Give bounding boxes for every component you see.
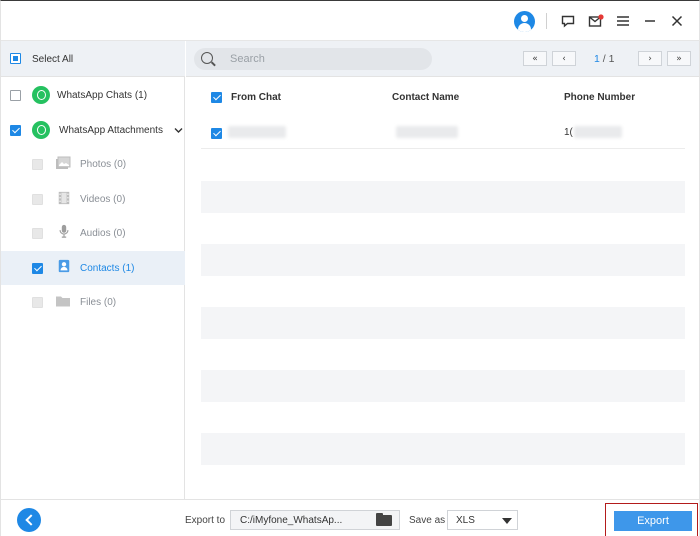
header-select-checkbox[interactable]: [211, 92, 222, 103]
empty-row: [201, 244, 685, 276]
files-icon: [56, 296, 70, 307]
sidebar-item-label: Audios (0): [80, 228, 126, 239]
search-box[interactable]: [194, 48, 432, 70]
prev-page-button[interactable]: ‹: [552, 51, 576, 66]
sidebar-item-label: WhatsApp Chats (1): [57, 90, 148, 101]
select-all-label: Select All: [32, 54, 74, 65]
chevron-down-icon[interactable]: [174, 127, 183, 134]
empty-row: [201, 402, 685, 434]
row-checkbox[interactable]: [211, 128, 222, 139]
save-as-label: Save as: [409, 515, 446, 526]
whatsapp-icon: [32, 86, 50, 104]
mail-icon[interactable]: [586, 11, 606, 31]
export-highlight-box: Export: [605, 503, 698, 536]
sidebar-item-whatsapp-chats[interactable]: WhatsApp Chats (1): [1, 78, 185, 112]
sidebar-item-whatsapp-attachments[interactable]: WhatsApp Attachments: [1, 113, 185, 147]
menu-icon[interactable]: [613, 11, 633, 31]
titlebar-divider: [546, 13, 547, 29]
sidebar-item-label: Photos (0): [80, 159, 127, 170]
sidebar-item-label: Contacts (1): [80, 263, 135, 274]
minimize-icon[interactable]: [640, 11, 660, 31]
first-page-button[interactable]: «: [523, 51, 547, 66]
sidebar-item-audios[interactable]: Audios (0): [1, 216, 185, 250]
blurred-phone-number: [574, 126, 622, 138]
whatsapp-chats-checkbox[interactable]: [10, 90, 21, 101]
sidebar-item-label: Files (0): [80, 297, 117, 308]
whatsapp-icon: [32, 121, 50, 139]
blurred-contact-name: [396, 126, 458, 138]
sidebar-item-contacts[interactable]: Contacts (1): [1, 251, 185, 285]
dropdown-caret-icon: [502, 518, 512, 524]
search-input[interactable]: [230, 51, 420, 67]
app-window: Select All WhatsApp Chats (1) WhatsApp A…: [0, 0, 700, 536]
empty-row: [201, 370, 685, 402]
contacts-icon: [58, 259, 70, 273]
feedback-icon[interactable]: [558, 11, 578, 31]
table-header: From Chat Contact Name Phone Number: [201, 77, 685, 117]
videos-icon: [58, 191, 70, 205]
folder-icon[interactable]: [376, 513, 392, 526]
total-pages: 1: [608, 53, 615, 65]
contacts-checkbox[interactable]: [32, 263, 43, 274]
phone-number-prefix: 1(: [564, 127, 573, 138]
empty-row: [201, 339, 685, 371]
sidebar-item-label: Videos (0): [80, 194, 126, 205]
sidebar: Select All WhatsApp Chats (1) WhatsApp A…: [1, 41, 185, 499]
sidebar-item-files[interactable]: Files (0): [1, 285, 185, 319]
export-path-value: C:/iMyfone_WhatsAp...: [240, 515, 343, 526]
audios-checkbox[interactable]: [32, 228, 43, 239]
photos-checkbox[interactable]: [32, 159, 43, 170]
account-icon[interactable]: [514, 11, 535, 32]
close-icon[interactable]: [667, 11, 687, 31]
last-page-button[interactable]: »: [667, 51, 691, 66]
column-header: From Chat: [231, 92, 281, 103]
select-all-checkbox[interactable]: [10, 53, 21, 64]
empty-row: [201, 213, 685, 245]
empty-row: [201, 181, 685, 213]
export-to-label: Export to: [185, 515, 226, 526]
sidebar-item-videos[interactable]: Videos (0): [1, 182, 185, 216]
empty-row: [201, 276, 685, 308]
export-button[interactable]: Export: [614, 511, 692, 531]
videos-checkbox[interactable]: [32, 194, 43, 205]
photos-icon: [56, 156, 71, 169]
files-checkbox[interactable]: [32, 297, 43, 308]
table-row[interactable]: 1(: [201, 117, 685, 149]
sidebar-item-photos[interactable]: Photos (0): [1, 147, 185, 181]
column-header: Contact Name: [392, 92, 460, 103]
column-header: Phone Number: [564, 92, 636, 103]
audios-icon: [59, 224, 69, 238]
whatsapp-attachments-checkbox[interactable]: [10, 125, 21, 136]
format-select[interactable]: XLS: [447, 510, 518, 530]
empty-row: [201, 433, 685, 465]
main-panel: « ‹ 1 / 1 › » From Chat Contact Name Pho…: [186, 41, 699, 499]
blurred-from-chat: [228, 126, 286, 138]
empty-row: [201, 307, 685, 339]
search-icon: [201, 52, 213, 64]
back-button[interactable]: [17, 508, 41, 532]
page-separator: /: [599, 53, 609, 65]
title-bar: [1, 1, 700, 41]
toolbar: « ‹ 1 / 1 › »: [186, 41, 699, 77]
sidebar-item-label: WhatsApp Attachments: [59, 125, 163, 136]
next-page-button[interactable]: ›: [638, 51, 662, 66]
page-indicator: 1 / 1: [594, 53, 614, 65]
export-path-field[interactable]: C:/iMyfone_WhatsAp...: [230, 510, 400, 530]
footer-bar: Export to C:/iMyfone_WhatsAp... Save as …: [1, 499, 699, 536]
format-value: XLS: [456, 515, 475, 526]
select-all-row[interactable]: Select All: [1, 41, 185, 77]
empty-row: [201, 149, 685, 181]
